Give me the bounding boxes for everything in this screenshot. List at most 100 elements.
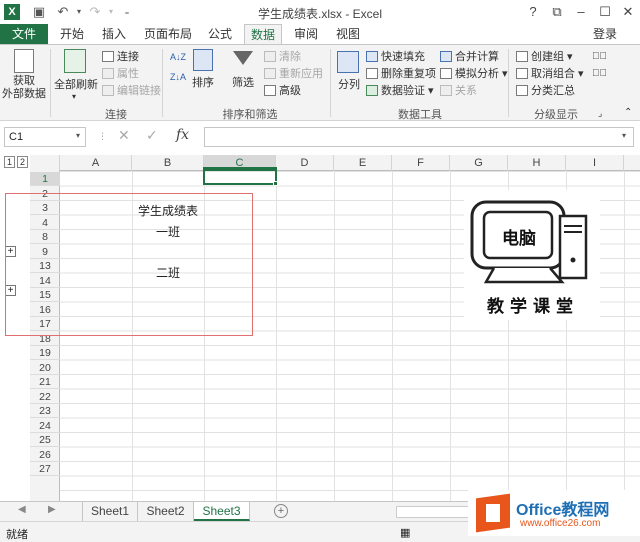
- name-box-dropdown-icon[interactable]: ▾: [76, 131, 80, 140]
- computer-classroom-logo: 电脑 教学课堂: [464, 190, 600, 320]
- enter-icon[interactable]: ✓: [146, 127, 158, 144]
- sort-za-icon[interactable]: Z↓A: [170, 69, 186, 85]
- group-button[interactable]: 创建组 ▾: [516, 49, 573, 65]
- name-box[interactable]: C1: [4, 127, 86, 147]
- text-to-columns-button[interactable]: 分列: [338, 77, 360, 93]
- show-detail-icon[interactable]: ⁺⃞: [592, 49, 607, 65]
- column-header[interactable]: D: [276, 155, 334, 171]
- highlight-box: [5, 193, 253, 336]
- sign-in-link[interactable]: 登录: [588, 24, 622, 44]
- clear-button[interactable]: 清除: [264, 49, 301, 65]
- tab-page-layout[interactable]: 页面布局: [140, 24, 196, 44]
- next-sheet-icon[interactable]: ▶: [48, 504, 56, 515]
- tab-data[interactable]: 数据: [244, 24, 282, 45]
- flash-fill-icon: [366, 51, 378, 62]
- sheet-tab[interactable]: Sheet3: [194, 502, 250, 521]
- subtotal-label: 分类汇总: [531, 85, 575, 97]
- row-header[interactable]: 20: [30, 361, 60, 375]
- remove-duplicates-icon: [366, 68, 378, 79]
- group-label-sort-filter: 排序和筛选: [222, 109, 278, 121]
- row-header[interactable]: 24: [30, 419, 60, 433]
- tab-file[interactable]: 文件: [0, 24, 48, 44]
- grid-line: [450, 171, 451, 501]
- ribbon-display-icon[interactable]: ⧉: [546, 2, 568, 22]
- reapply-button[interactable]: 重新应用: [264, 66, 323, 82]
- ribbon-tabs: 文件 开始 插入 页面布局 公式 数据 审阅 视图 登录: [0, 24, 640, 45]
- properties-button[interactable]: 属性: [102, 66, 139, 82]
- data-validation-button[interactable]: 数据验证 ▾: [366, 83, 434, 99]
- external-data-icon: [14, 49, 34, 73]
- row-header[interactable]: 26: [30, 448, 60, 462]
- group-label-data-tools: 数据工具: [398, 109, 442, 121]
- grid-line: [276, 171, 277, 501]
- row-header[interactable]: 21: [30, 375, 60, 389]
- horizontal-scrollbar[interactable]: [396, 506, 476, 518]
- fill-handle[interactable]: [273, 181, 278, 186]
- row-header[interactable]: 25: [30, 433, 60, 447]
- relationships-button[interactable]: 关系: [440, 83, 477, 99]
- consolidate-button[interactable]: 合并计算: [440, 49, 499, 65]
- sheet-tab[interactable]: Sheet1: [82, 502, 138, 521]
- remove-duplicates-button[interactable]: 删除重复项: [366, 66, 436, 82]
- column-headers: A B C D E F G H I: [30, 155, 640, 171]
- insert-function-icon[interactable]: fx: [176, 127, 189, 143]
- refresh-dropdown-icon[interactable]: ▾: [72, 89, 76, 105]
- column-header[interactable]: A: [60, 155, 132, 171]
- outline-level-1-button[interactable]: 1: [4, 156, 15, 168]
- maximize-icon[interactable]: ☐: [594, 2, 616, 22]
- filter-button[interactable]: 筛选: [232, 75, 254, 91]
- ungroup-label: 取消组合: [531, 68, 575, 80]
- watermark: Office教程网 www.office26.com: [468, 490, 640, 536]
- cancel-icon[interactable]: ✕: [118, 127, 130, 144]
- advanced-button[interactable]: 高级: [264, 83, 301, 99]
- hide-detail-icon[interactable]: ⁻⃞: [592, 66, 607, 82]
- column-header[interactable]: H: [508, 155, 566, 171]
- column-header[interactable]: B: [132, 155, 204, 171]
- minimize-icon[interactable]: –: [570, 2, 592, 22]
- flash-fill-button[interactable]: 快速填充: [366, 49, 425, 65]
- properties-icon: [102, 68, 114, 79]
- new-sheet-icon[interactable]: +: [274, 504, 288, 518]
- column-header[interactable]: G: [450, 155, 508, 171]
- sort-button[interactable]: 排序: [192, 75, 214, 91]
- column-header[interactable]: I: [566, 155, 624, 171]
- column-header[interactable]: E: [334, 155, 392, 171]
- select-all-button[interactable]: [30, 155, 60, 171]
- row-header[interactable]: 22: [30, 390, 60, 404]
- row-header[interactable]: 27: [30, 462, 60, 476]
- close-icon[interactable]: ✕: [617, 2, 639, 22]
- tab-review[interactable]: 审阅: [290, 24, 322, 44]
- prev-sheet-icon[interactable]: ◀: [18, 504, 26, 515]
- reapply-label: 重新应用: [279, 68, 323, 80]
- relationships-label: 关系: [455, 85, 477, 97]
- outline-dialog-launcher-icon[interactable]: ⌟: [598, 105, 602, 121]
- outline-level-2-button[interactable]: 2: [17, 156, 28, 168]
- row-header[interactable]: 1: [30, 172, 60, 186]
- active-cell[interactable]: [203, 167, 277, 185]
- ungroup-button[interactable]: 取消组合 ▾: [516, 66, 584, 82]
- grid-line: [624, 171, 625, 501]
- group-icon: [516, 51, 528, 62]
- normal-view-icon[interactable]: ▦: [400, 526, 410, 539]
- formula-input[interactable]: [204, 127, 634, 147]
- get-external-data-button[interactable]: 获取 外部数据: [2, 75, 46, 103]
- help-button[interactable]: ?: [522, 2, 544, 22]
- separator: [50, 49, 51, 117]
- tab-formulas[interactable]: 公式: [204, 24, 236, 44]
- edit-links-button[interactable]: 编辑链接: [102, 83, 161, 99]
- tab-insert[interactable]: 插入: [98, 24, 130, 44]
- row-header[interactable]: 19: [30, 346, 60, 360]
- connections-button[interactable]: 连接: [102, 49, 139, 65]
- column-header[interactable]: F: [392, 155, 450, 171]
- subtotal-button[interactable]: 分类汇总: [516, 83, 575, 99]
- tab-home[interactable]: 开始: [56, 24, 88, 44]
- row-header[interactable]: 23: [30, 404, 60, 418]
- collapse-ribbon-icon[interactable]: ⌃: [624, 105, 632, 121]
- tab-view[interactable]: 视图: [332, 24, 364, 44]
- what-if-analysis-button[interactable]: 模拟分析 ▾: [440, 66, 508, 82]
- sort-az-icon[interactable]: A↓Z: [170, 49, 186, 65]
- expand-formula-icon[interactable]: ▾: [622, 131, 626, 140]
- grid-line: [392, 171, 393, 501]
- title-bar: X ▣ ↶ ▾ ↷ ▾ ₌ 学生成绩表.xlsx - Excel ? ⧉ – ☐…: [0, 0, 640, 24]
- sheet-tab[interactable]: Sheet2: [138, 502, 194, 521]
